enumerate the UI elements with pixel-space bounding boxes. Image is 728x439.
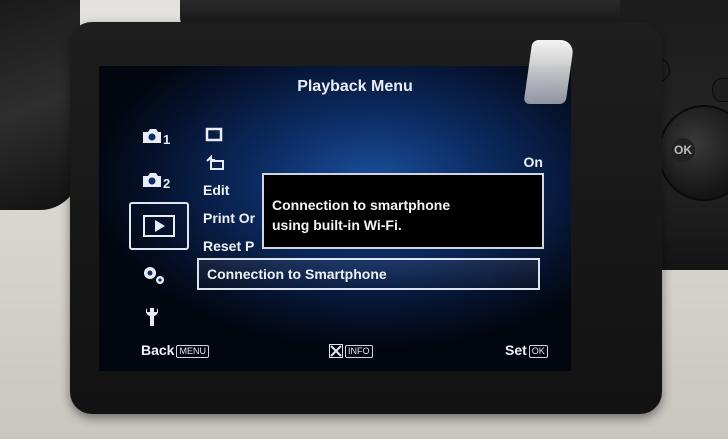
set-label: Set [505, 342, 527, 358]
back-hint[interactable]: Back MENU [141, 342, 209, 358]
camera-button-right[interactable] [712, 78, 728, 102]
menu-item-label: Print Or [203, 210, 256, 226]
dial-ok-button[interactable]: OK [671, 138, 695, 162]
menu-category-tabs: 1 2 [129, 120, 189, 326]
back-label: Back [141, 342, 175, 358]
tab-label: 2 [163, 176, 171, 191]
tooltip-line-1: Connection to smartphone [272, 197, 451, 213]
tab-playback-menu[interactable] [129, 202, 189, 250]
menu-item-connection-to-smartphone[interactable]: Connection to Smartphone [197, 258, 540, 290]
on-camera-display-icon [205, 154, 224, 170]
menu-key-icon: MENU [176, 344, 209, 358]
tooltip-line-2: using built-in Wi-Fi. [272, 217, 402, 233]
page-title: Playback Menu [297, 78, 413, 95]
custom-settings-icon [141, 264, 167, 291]
info-key-icon: INFO [345, 344, 373, 358]
playback-icon [143, 215, 175, 237]
menu-item-value: On [523, 154, 543, 170]
tab-custom-menu[interactable] [137, 258, 185, 294]
menu-item-display[interactable]: On [203, 150, 543, 174]
tab-shooting-menu-2[interactable]: 2 [137, 164, 185, 200]
camera-strap [0, 0, 80, 210]
menu-item-label: Connection to Smartphone [207, 266, 387, 282]
camera-2-icon [141, 170, 163, 195]
lcd-screen: Playback Menu 1 2 On Edit Print Or Reset… [99, 66, 571, 371]
menu-item-label: Edit [203, 182, 230, 198]
info-box-icon [329, 344, 343, 359]
ok-key-icon: OK [528, 344, 548, 358]
menu-item-rotate[interactable] [203, 122, 543, 146]
help-tooltip: Connection to smartphone using built-in … [262, 173, 544, 249]
tab-shooting-menu-1[interactable]: 1 [137, 120, 185, 156]
camera-1-icon [141, 126, 163, 151]
tab-setup-menu[interactable] [137, 300, 185, 336]
tab-label: 1 [163, 132, 171, 147]
screen-glare [523, 40, 575, 104]
menu-header: Playback Menu [99, 72, 571, 102]
set-hint[interactable]: Set OK [505, 342, 548, 358]
menu-item-label: Reset P [203, 238, 255, 254]
info-hint[interactable]: INFO [329, 342, 373, 359]
rotate-icon [205, 126, 223, 142]
footer-guide: Back MENU INFO Set OK [99, 338, 571, 362]
wrench-icon [141, 306, 163, 333]
